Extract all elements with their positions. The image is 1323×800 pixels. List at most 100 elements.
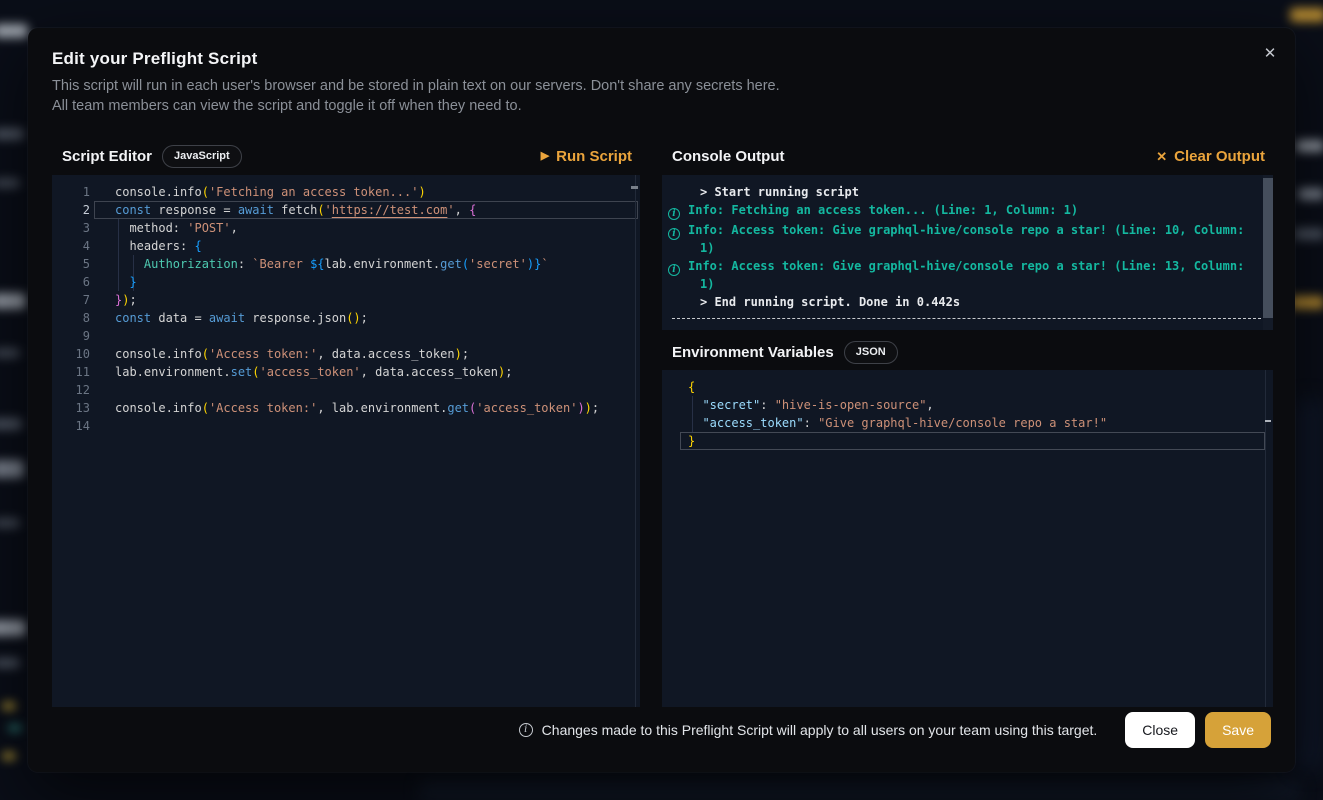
code-line[interactable]: 12 bbox=[52, 381, 640, 399]
code-token: ( bbox=[202, 347, 209, 361]
script-editor-label: Script Editor bbox=[62, 148, 152, 165]
environment-variables-header: Environment Variables JSON bbox=[662, 338, 1273, 366]
code-line[interactable]: { bbox=[662, 378, 1273, 396]
line-number: 14 bbox=[52, 417, 90, 435]
javascript-badge: JavaScript bbox=[162, 145, 242, 168]
console-separator bbox=[672, 318, 1261, 319]
code-token: { bbox=[194, 239, 201, 253]
code-token: data = bbox=[151, 311, 209, 325]
code-token: ( bbox=[462, 257, 469, 271]
console-entries: > Start running scriptiInfo: Fetching an… bbox=[662, 175, 1273, 311]
code-line[interactable]: 11lab.environment.set('access_token', da… bbox=[52, 363, 640, 381]
code-token: ) bbox=[527, 257, 534, 271]
console-entry-icon-slot bbox=[668, 183, 688, 201]
code-line[interactable]: 9 bbox=[52, 327, 640, 345]
environment-variables-label: Environment Variables bbox=[672, 344, 834, 361]
code-line[interactable]: "secret": "hive-is-open-source", bbox=[662, 396, 1273, 414]
line-number: 8 bbox=[52, 309, 90, 327]
code-token: , bbox=[455, 203, 469, 217]
clear-output-button[interactable]: ✕ Clear Output bbox=[1156, 148, 1265, 165]
clear-output-label: Clear Output bbox=[1174, 148, 1265, 165]
code-token: () bbox=[346, 311, 360, 325]
code-token: ; bbox=[129, 293, 136, 307]
code-token: ; bbox=[592, 401, 599, 415]
code-token: headers: bbox=[115, 239, 194, 253]
code-token: const bbox=[115, 311, 151, 325]
code-token: } bbox=[129, 275, 136, 289]
code-line[interactable]: 14 bbox=[52, 417, 640, 435]
code-token: , data.access_token bbox=[317, 347, 454, 361]
code-token: 'access_token' bbox=[476, 401, 577, 415]
line-number: 7 bbox=[52, 291, 90, 309]
line-number: 4 bbox=[52, 237, 90, 255]
clear-icon: ✕ bbox=[1156, 150, 1167, 163]
console-output-label: Console Output bbox=[672, 148, 785, 165]
code-token: : bbox=[804, 416, 818, 430]
code-line[interactable]: 8const data = await response.json(); bbox=[52, 309, 640, 327]
run-script-label: Run Script bbox=[556, 148, 632, 165]
code-line[interactable]: 5 Authorization: `Bearer ${lab.environme… bbox=[52, 255, 640, 273]
code-token: ${ bbox=[310, 257, 324, 271]
code-token: 'access_token' bbox=[260, 365, 361, 379]
script-editor-header: Script Editor JavaScript ▶ Run Script bbox=[52, 142, 640, 170]
code-token: { bbox=[688, 380, 695, 394]
code-token: Authorization bbox=[144, 257, 238, 271]
code-token: ) bbox=[577, 401, 584, 415]
code-token: await bbox=[209, 311, 245, 325]
code-line-content: headers: { bbox=[90, 237, 202, 255]
console-output[interactable]: > Start running scriptiInfo: Fetching an… bbox=[662, 175, 1273, 330]
code-line-content: lab.environment.set('access_token', data… bbox=[90, 363, 512, 381]
code-token bbox=[115, 257, 144, 271]
environment-variables-editor[interactable]: { "secret": "hive-is-open-source", "acce… bbox=[662, 370, 1273, 707]
code-token: fetch bbox=[274, 203, 317, 217]
info-icon: i bbox=[519, 723, 533, 737]
code-token: 'secret' bbox=[469, 257, 527, 271]
close-button[interactable]: Close bbox=[1125, 712, 1195, 748]
modal-description-line1: This script will run in each user's brow… bbox=[52, 76, 780, 96]
code-token: ( bbox=[252, 365, 259, 379]
editor-overview-ruler bbox=[635, 175, 636, 707]
save-button[interactable]: Save bbox=[1205, 712, 1271, 748]
code-line-content: }); bbox=[90, 291, 137, 309]
info-icon: i bbox=[668, 228, 680, 240]
code-line-content: console.info('Fetching an access token..… bbox=[90, 183, 426, 201]
code-line-content: console.info('Access token:', data.acces… bbox=[90, 345, 469, 363]
code-line[interactable]: 2const response = await fetch('https://t… bbox=[52, 201, 640, 219]
code-line-content: const data = await response.json(); bbox=[90, 309, 368, 327]
code-token: `Bearer bbox=[252, 257, 310, 271]
run-script-button[interactable]: ▶ Run Script bbox=[541, 148, 632, 165]
modal-footer: i Changes made to this Preflight Script … bbox=[52, 712, 1271, 748]
overview-ruler-mark bbox=[1265, 420, 1271, 422]
code-token: https://test.com bbox=[332, 203, 448, 217]
code-line[interactable]: 3 method: 'POST', bbox=[52, 219, 640, 237]
modal-title: Edit your Preflight Script bbox=[52, 49, 257, 69]
footer-note: Changes made to this Preflight Script wi… bbox=[542, 722, 1098, 738]
console-entry-icon-slot: i bbox=[668, 257, 688, 293]
modal-description-line2: All team members can view the script and… bbox=[52, 96, 780, 116]
close-icon[interactable]: ✕ bbox=[1259, 42, 1281, 64]
code-line[interactable]: 7}); bbox=[52, 291, 640, 309]
console-entry-text: > Start running script bbox=[688, 183, 1251, 201]
console-entry: iInfo: Fetching an access token... (Line… bbox=[668, 201, 1251, 221]
console-entry-icon-slot: i bbox=[668, 201, 688, 221]
code-token: ` bbox=[541, 257, 548, 271]
code-token: ) bbox=[585, 401, 592, 415]
console-scrollbar[interactable] bbox=[1263, 175, 1273, 330]
play-icon: ▶ bbox=[541, 151, 549, 162]
code-token: , bbox=[926, 398, 933, 412]
code-line[interactable]: 13console.info('Access token:', lab.envi… bbox=[52, 399, 640, 417]
code-line-content bbox=[90, 417, 115, 435]
code-line[interactable]: 1console.info('Fetching an access token.… bbox=[52, 183, 640, 201]
console-scrollbar-thumb[interactable] bbox=[1263, 178, 1273, 318]
code-token: ; bbox=[361, 311, 368, 325]
code-token bbox=[688, 416, 702, 430]
console-entry-text: > End running script. Done in 0.442s bbox=[688, 293, 1251, 311]
script-editor[interactable]: 1console.info('Fetching an access token.… bbox=[52, 175, 640, 707]
code-line[interactable]: 10console.info('Access token:', data.acc… bbox=[52, 345, 640, 363]
code-token: lab.environment. bbox=[325, 257, 441, 271]
code-line[interactable]: 4 headers: { bbox=[52, 237, 640, 255]
code-line[interactable]: 6 } bbox=[52, 273, 640, 291]
code-token: ; bbox=[505, 365, 512, 379]
code-token: ; bbox=[462, 347, 469, 361]
code-line[interactable]: "access_token": "Give graphql-hive/conso… bbox=[662, 414, 1273, 432]
